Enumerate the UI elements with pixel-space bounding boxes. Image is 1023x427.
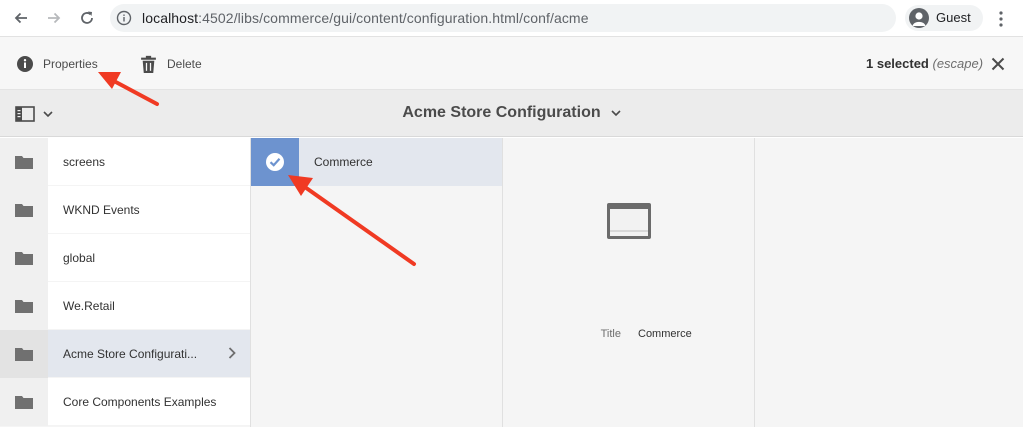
column-configurations: screens WKND Events global We.Retail Acm… <box>0 138 251 427</box>
list-item-label: screens <box>48 138 250 186</box>
url-text[interactable]: localhost:4502/libs/commerce/gui/content… <box>142 10 589 26</box>
page-icon <box>607 203 651 239</box>
list-item-label: Core Components Examples <box>48 378 250 426</box>
info-circle-icon <box>17 56 33 72</box>
chevron-right-icon <box>228 347 236 359</box>
info-icon[interactable] <box>116 10 132 26</box>
select-checkbox[interactable] <box>251 138 299 186</box>
browser-toolbar: localhost:4502/libs/commerce/gui/content… <box>0 0 1023 37</box>
list-item-selected[interactable]: Commerce <box>251 138 502 186</box>
folder-icon <box>0 186 48 234</box>
column-empty <box>755 138 1023 427</box>
delete-label: Delete <box>167 57 202 71</box>
reload-icon <box>81 11 93 24</box>
title-bar: Acme Store Configuration <box>0 90 1023 137</box>
trash-icon <box>141 55 156 73</box>
list-item-active[interactable]: Acme Store Configurati... <box>0 330 250 378</box>
meta-title-value: Commerce <box>638 328 692 340</box>
profile-button[interactable]: Guest <box>905 5 983 31</box>
selection-status: 1 selected (escape) <box>866 56 983 71</box>
folder-icon <box>0 378 48 426</box>
selected-count: 1 selected <box>866 56 929 71</box>
meta-title-key: Title <box>600 328 621 340</box>
chevron-down-icon <box>611 110 621 116</box>
action-bar: Properties Delete 1 selected (escape) <box>0 37 1023 90</box>
delete-button[interactable]: Delete <box>139 53 202 75</box>
forward-icon <box>48 12 61 24</box>
escape-hint[interactable]: (escape) <box>933 56 984 71</box>
properties-label: Properties <box>43 57 98 71</box>
back-icon <box>14 12 27 24</box>
page-title[interactable]: Acme Store Configuration <box>0 104 1023 122</box>
forward-button[interactable] <box>43 7 65 29</box>
list-item[interactable]: We.Retail <box>0 282 250 330</box>
folder-icon <box>0 138 48 186</box>
list-item[interactable]: Core Components Examples <box>0 378 250 426</box>
list-item-label: Acme Store Configurati... <box>48 330 250 378</box>
list-item-label: Commerce <box>314 155 373 169</box>
profile-label: Guest <box>936 10 971 25</box>
more-icon[interactable] <box>994 9 1008 29</box>
folder-icon <box>0 234 48 282</box>
checkmark-icon <box>266 153 284 171</box>
column-commerce: Commerce <box>251 138 503 427</box>
folder-icon <box>0 282 48 330</box>
list-item-label: WKND Events <box>48 186 250 234</box>
list-item[interactable]: screens <box>0 138 250 186</box>
list-item-label: We.Retail <box>48 282 250 330</box>
list-item[interactable]: global <box>0 234 250 282</box>
column-preview: Title Commerce <box>503 138 755 427</box>
url-host: localhost <box>142 10 199 26</box>
avatar-icon <box>909 8 929 28</box>
list-item[interactable]: WKND Events <box>0 186 250 234</box>
close-icon[interactable] <box>991 57 1005 71</box>
page-title-text: Acme Store Configuration <box>402 104 601 121</box>
list-item-label: global <box>48 234 250 282</box>
reload-button[interactable] <box>76 7 98 29</box>
url-path: :4502/libs/commerce/gui/content/configur… <box>198 10 589 26</box>
properties-button[interactable]: Properties <box>16 53 98 75</box>
folder-icon <box>0 330 48 378</box>
address-bar[interactable]: localhost:4502/libs/commerce/gui/content… <box>110 4 896 32</box>
back-button[interactable] <box>10 7 32 29</box>
